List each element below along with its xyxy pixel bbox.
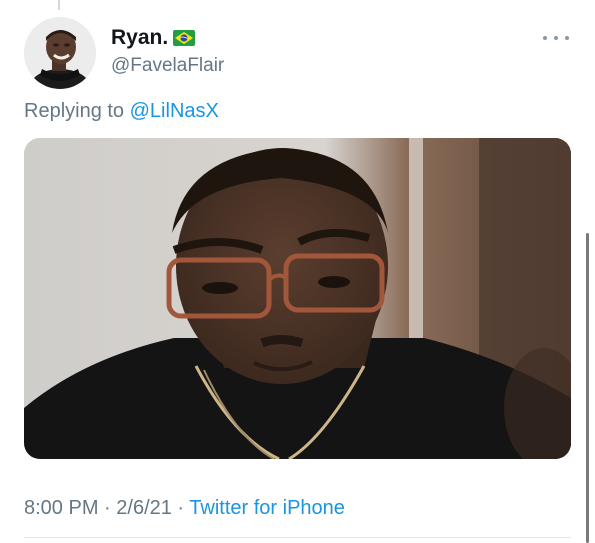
avatar[interactable] (24, 17, 96, 89)
separator: · (98, 497, 117, 519)
tweet-media-photo[interactable] (24, 138, 571, 459)
display-name[interactable]: Ryan. (111, 26, 196, 50)
brazil-flag-icon (173, 30, 196, 46)
replying-to-mention-link[interactable]: @LilNasX (130, 100, 219, 122)
separator: · (171, 497, 190, 519)
tweet-detail: Ryan. @FavelaFlair Replying to @LilNasX (0, 0, 595, 543)
reply-thread-line (58, 0, 60, 10)
display-name-text: Ryan. (111, 26, 169, 49)
scrollbar[interactable] (586, 233, 589, 543)
more-options-icon[interactable] (543, 31, 569, 45)
user-handle[interactable]: @FavelaFlair (111, 54, 224, 78)
reaction-photo (24, 138, 571, 459)
tweet-source-link[interactable]: Twitter for iPhone (189, 497, 345, 519)
avatar-image (24, 17, 96, 89)
replying-to-line: Replying to @LilNasX (24, 98, 219, 124)
tweet-time[interactable]: 8:00 PM (24, 497, 98, 519)
divider (24, 537, 571, 538)
tweet-date[interactable]: 2/6/21 (116, 497, 172, 519)
replying-prefix: Replying to (24, 100, 130, 122)
tweet-metadata: 8:00 PM · 2/6/21 · Twitter for iPhone (24, 495, 345, 521)
